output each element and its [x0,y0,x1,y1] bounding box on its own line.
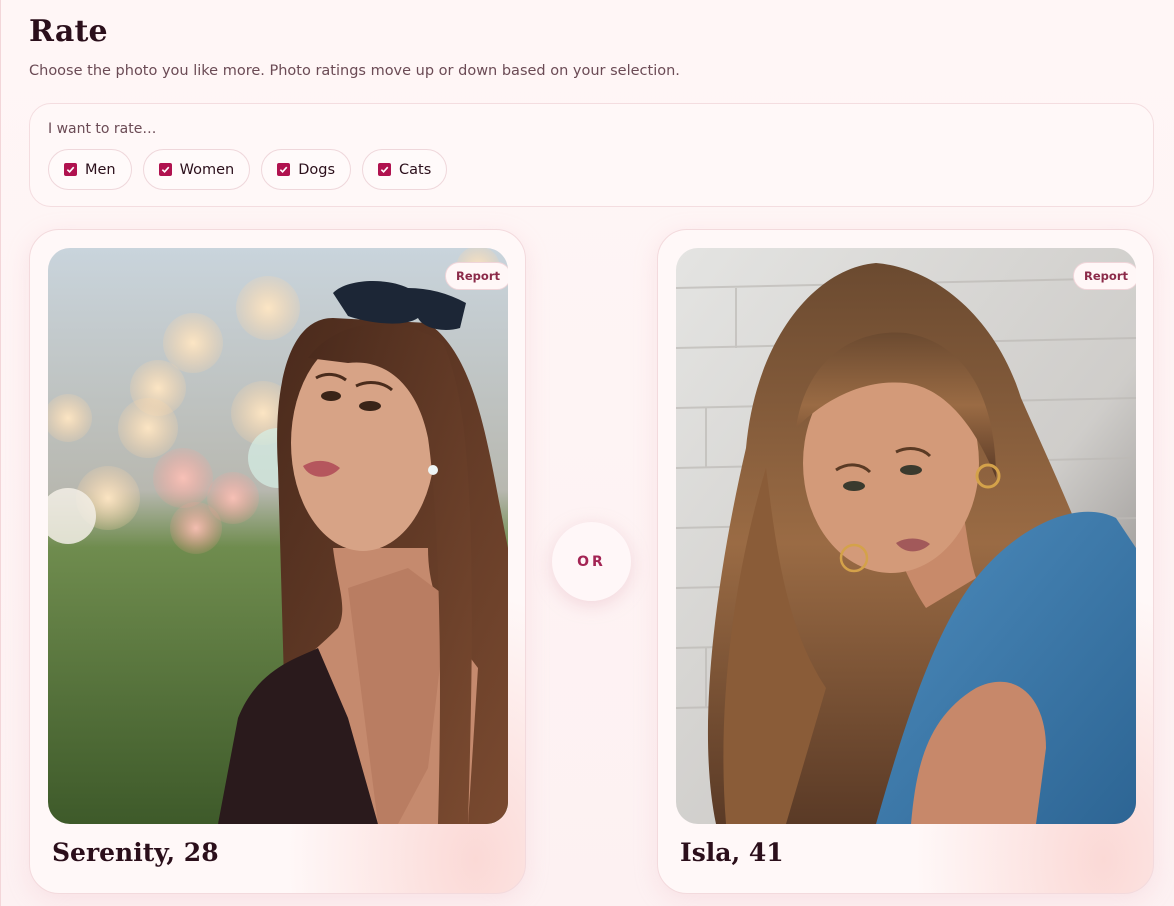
portrait-photo-image [48,248,508,824]
rate-filter-panel: I want to rate… Men Women Dogs Cats [29,103,1154,207]
filter-chips: Men Women Dogs Cats [48,149,448,190]
candidate-card-left[interactable]: Report Serenity, 28 [29,229,526,894]
filter-chip-label: Dogs [298,161,336,178]
checkbox-checked-icon[interactable] [277,163,291,176]
checkbox-checked-icon[interactable] [64,163,77,176]
portrait-photo-image [676,248,1136,824]
candidate-photo[interactable]: Report [676,248,1136,824]
page-subtitle: Choose the photo you like more. Photo ra… [29,63,680,79]
filter-chip-men[interactable]: Men [48,149,132,190]
rate-page: Rate Choose the photo you like more. Pho… [0,0,1174,906]
filter-chip-cats[interactable]: Cats [362,149,448,190]
checkbox-checked-icon[interactable] [378,163,392,176]
filter-chip-label: Men [85,161,116,178]
filter-chip-women[interactable]: Women [142,149,251,190]
checkbox-checked-icon[interactable] [158,163,172,176]
candidate-card-right[interactable]: Report Isla, 41 [657,229,1154,894]
candidate-name-age: Serenity, 28 [52,838,219,867]
candidate-photo[interactable]: Report [48,248,508,824]
report-button[interactable]: Report [1073,262,1136,290]
filter-label: I want to rate… [48,121,157,137]
or-divider-badge: OR [552,522,631,601]
page-title: Rate [29,14,108,49]
filter-chip-label: Women [179,161,235,178]
report-button[interactable]: Report [445,262,508,290]
filter-chip-dogs[interactable]: Dogs [261,149,352,190]
filter-chip-label: Cats [399,161,432,178]
candidate-name-age: Isla, 41 [680,838,784,867]
